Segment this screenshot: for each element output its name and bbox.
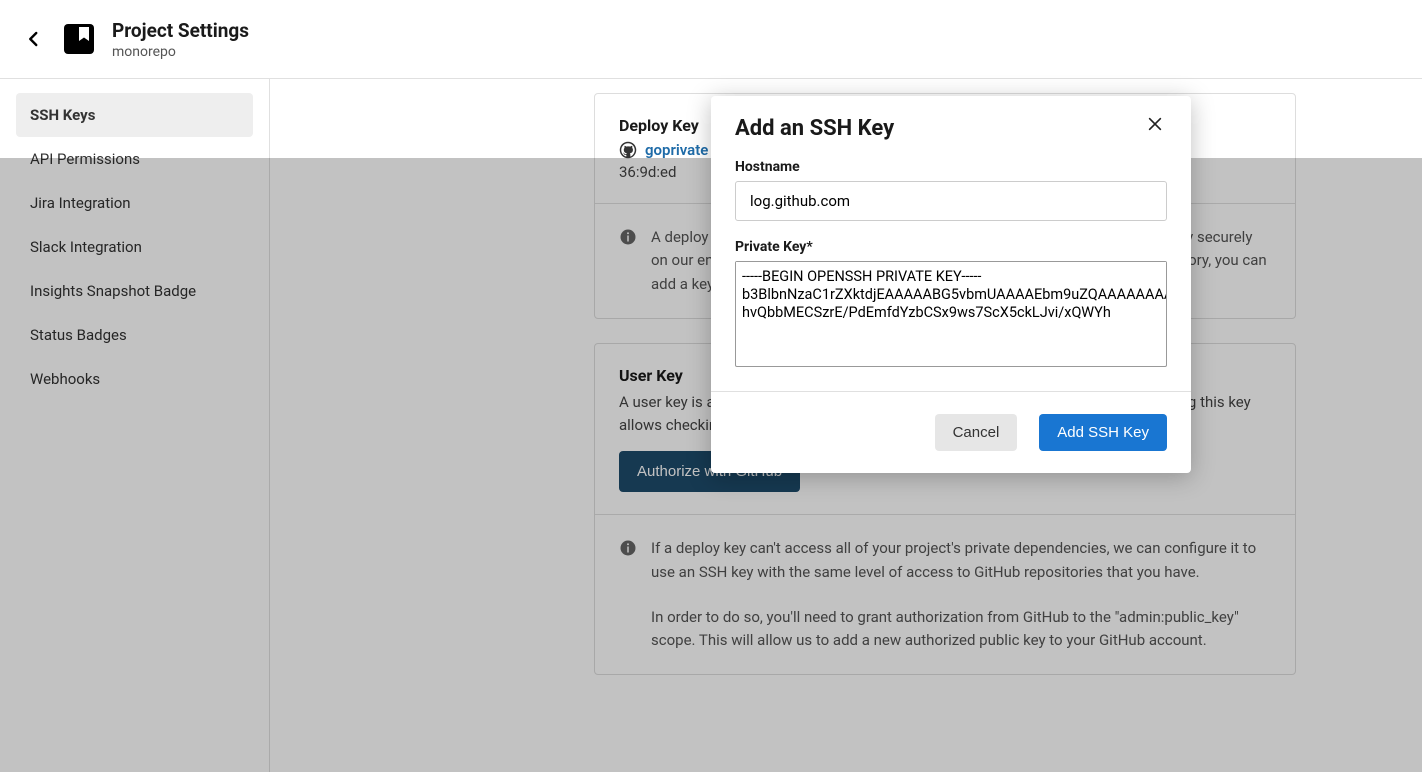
private-key-label: Private Key* [735, 239, 1167, 255]
add-ssh-key-modal: Add an SSH Key Hostname Private Key* Can… [711, 96, 1191, 473]
add-ssh-key-button[interactable]: Add SSH Key [1039, 414, 1167, 451]
button-label: Add SSH Key [1057, 424, 1149, 441]
repo-link[interactable]: goprivate [645, 141, 708, 159]
hostname-label: Hostname [735, 159, 1167, 175]
header-titles: Project Settings monorepo [112, 19, 249, 60]
chevron-left-icon [25, 30, 43, 48]
cancel-button[interactable]: Cancel [935, 414, 1018, 451]
modal-close-button[interactable] [1143, 112, 1167, 136]
modal-title: Add an SSH Key [735, 116, 894, 141]
github-icon [619, 141, 637, 159]
bookmark-icon [79, 27, 89, 41]
back-button[interactable] [22, 27, 46, 51]
page-header: Project Settings monorepo [0, 0, 1422, 79]
button-label: Cancel [953, 424, 1000, 441]
sidebar-label: SSH Keys [30, 106, 95, 124]
app-logo [64, 24, 94, 54]
page-title: Project Settings [112, 19, 249, 42]
private-key-textarea[interactable] [736, 262, 1166, 362]
project-name: monorepo [112, 44, 249, 60]
sidebar-item-ssh-keys[interactable]: SSH Keys [16, 93, 253, 137]
close-icon [1147, 116, 1163, 132]
hostname-input[interactable] [735, 181, 1167, 221]
